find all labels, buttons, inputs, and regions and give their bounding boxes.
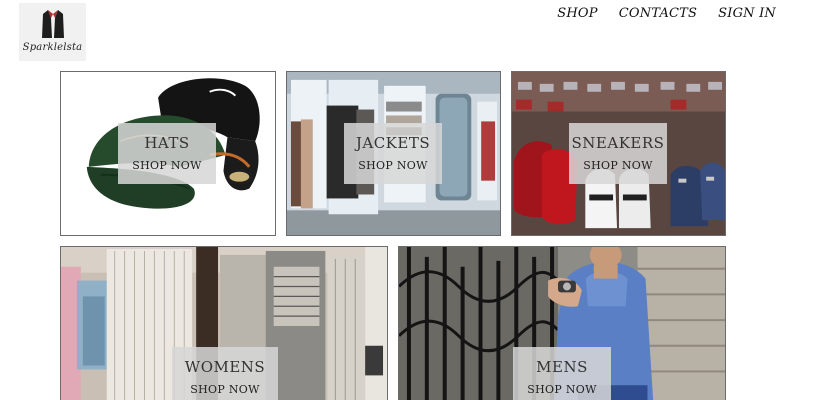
category-title: HATS [144, 134, 190, 152]
jacket-icon [41, 10, 64, 38]
category-label-womens: WOMENS SHOP NOW [172, 347, 278, 400]
category-label-sneakers: SNEAKERS SHOP NOW [569, 123, 667, 184]
category-title: SNEAKERS [571, 134, 665, 152]
main-nav: SHOP CONTACTS SIGN IN [557, 6, 776, 21]
category-tile-hats[interactable]: HATS SHOP NOW [60, 71, 276, 236]
category-tile-mens[interactable]: MENS SHOP NOW [398, 246, 726, 400]
category-title: MENS [536, 358, 588, 376]
shop-now-link[interactable]: SHOP NOW [583, 160, 652, 171]
category-title: WOMENS [184, 358, 266, 376]
brand-name: Sparklelsta [22, 42, 83, 53]
category-label-jackets: JACKETS SHOP NOW [344, 123, 442, 184]
shop-now-link[interactable]: SHOP NOW [527, 384, 596, 395]
category-tile-sneakers[interactable]: SNEAKERS SHOP NOW [511, 71, 726, 236]
brand-logo[interactable]: Sparklelsta [19, 3, 86, 61]
shop-now-link[interactable]: SHOP NOW [358, 160, 427, 171]
category-tile-jackets[interactable]: JACKETS SHOP NOW [286, 71, 501, 236]
category-title: JACKETS [355, 134, 431, 152]
category-tile-womens[interactable]: WOMENS SHOP NOW [60, 246, 388, 400]
nav-item-sign-in[interactable]: SIGN IN [718, 6, 776, 21]
category-label-mens: MENS SHOP NOW [513, 347, 611, 400]
category-label-hats: HATS SHOP NOW [118, 123, 216, 184]
shop-now-link[interactable]: SHOP NOW [190, 384, 259, 395]
nav-item-shop[interactable]: SHOP [557, 6, 597, 21]
nav-item-contacts[interactable]: CONTACTS [619, 6, 697, 21]
page: Sparklelsta SHOP CONTACTS SIGN IN HATS S… [0, 0, 813, 400]
shop-now-link[interactable]: SHOP NOW [132, 160, 201, 171]
